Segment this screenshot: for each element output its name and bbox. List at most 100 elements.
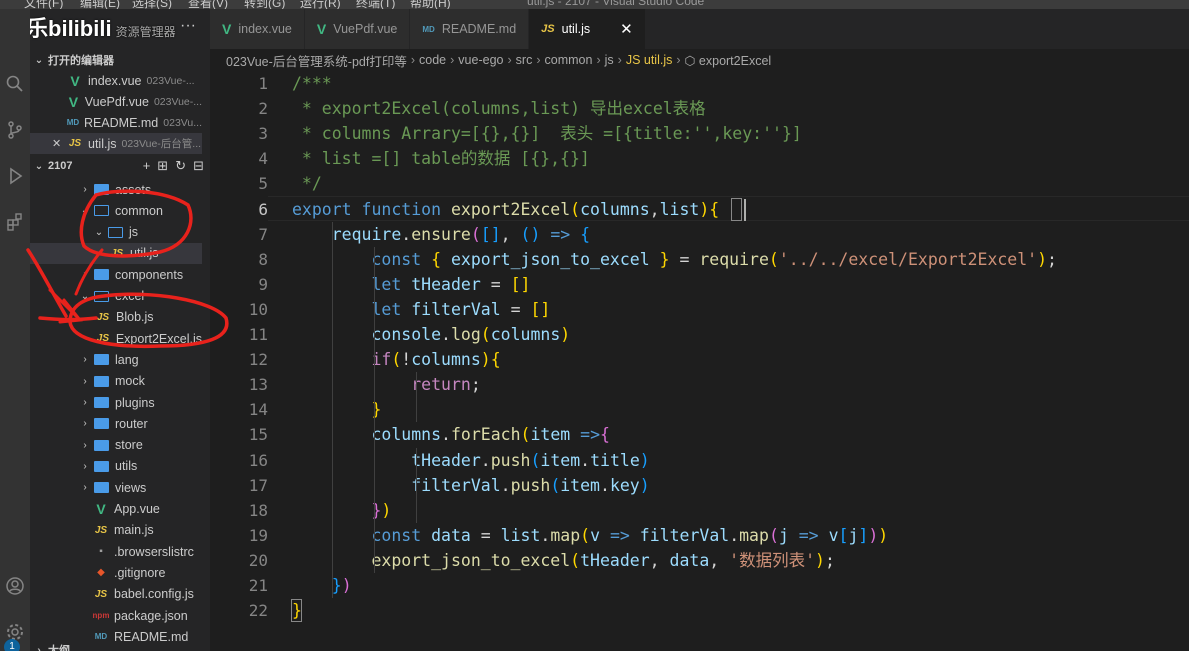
menu-selection[interactable]: 选择(S) [132, 0, 172, 9]
account-icon[interactable] [0, 571, 30, 601]
menu-view[interactable]: 查看(V) [188, 0, 228, 9]
code-line[interactable]: let filterVal = [] [292, 297, 550, 322]
code-line[interactable]: }) [292, 573, 352, 598]
tree-item-assets[interactable]: › assets [30, 179, 202, 200]
code-token: ) [815, 550, 825, 570]
code-line[interactable]: columns.forEach(item =>{ [292, 422, 609, 447]
tree-item-excel[interactable]: ⌄ excel [30, 286, 202, 307]
tree-item-views[interactable]: › views [30, 477, 202, 498]
tree-item-babel-config-js[interactable]: JS babel.config.js [30, 584, 202, 605]
tree-item-mock[interactable]: › mock [30, 371, 202, 392]
tree-item-main-js[interactable]: JS main.js [30, 520, 202, 541]
code-line[interactable]: * list =[] table的数据 [{},{}] [292, 146, 590, 171]
menu-go[interactable]: 转到(G) [244, 0, 285, 9]
tree-item--gitignore[interactable]: ◆ .gitignore [30, 562, 202, 583]
menu-edit[interactable]: 编辑(E) [80, 0, 120, 9]
tree-item-js[interactable]: ⌄ js [30, 222, 202, 243]
tree-item-store[interactable]: › store [30, 435, 202, 456]
close-tab-icon[interactable]: ✕ [620, 20, 633, 38]
code-line[interactable]: export function export2Excel(columns,lis… [292, 197, 719, 222]
tree-item-label: babel.config.js [114, 587, 194, 602]
code-editor[interactable]: 1 2 3 4 5 6 7 8 9 10 11 12 13 14 15 16 17 18 19 20 21 22 /***… [210, 71, 1189, 651]
code-line[interactable]: if(!columns){ [292, 347, 500, 372]
workspace-header[interactable]: ⌄ 2107 + ⊞ ↻ ⊟ [30, 155, 210, 177]
breadcrumb-item[interactable]: common [545, 53, 593, 67]
code-token: ) [560, 325, 571, 344]
line-number: 21 [248, 576, 268, 595]
code-line[interactable]: }) [292, 498, 391, 523]
code-line[interactable]: tHeader.push(item.title) [292, 448, 650, 473]
js-file-icon: JS [94, 524, 108, 536]
tree-item-package-json[interactable]: npm package.json [30, 605, 202, 626]
code-line[interactable]: /*** [292, 71, 332, 96]
tree-item-utils[interactable]: › utils [30, 456, 202, 477]
code-token: () [520, 224, 541, 244]
menu-terminal[interactable]: 终端(T) [356, 0, 395, 9]
code-line[interactable]: const data = list.map(v => filterVal.map… [292, 523, 888, 548]
collapse-all-icon[interactable]: ⊟ [193, 158, 204, 174]
open-editor-item[interactable]: MD README.md 023Vu... [30, 112, 202, 133]
tree-item-blob-js[interactable]: JS Blob.js [30, 307, 202, 328]
breadcrumb-item[interactable]: js [605, 53, 614, 67]
more-actions-icon[interactable]: ··· [180, 17, 196, 35]
code-token: const [371, 249, 432, 269]
breadcrumb-item[interactable]: vue-ego [458, 53, 503, 67]
tree-item-app-vue[interactable]: V App.vue [30, 499, 202, 520]
new-file-icon[interactable]: + [143, 158, 151, 174]
outline-header[interactable]: › 大纲 [30, 639, 210, 651]
refresh-icon[interactable]: ↻ [175, 158, 186, 174]
code-line[interactable]: let tHeader = [] [292, 272, 530, 297]
open-editors-header[interactable]: ⌄ 打开的编辑器 [30, 49, 210, 71]
breadcrumb-item[interactable]: ⬡ export2Excel [685, 53, 772, 68]
search-icon[interactable] [0, 69, 30, 99]
breadcrumb-item[interactable]: 023Vue-后台管理系统-pdf打印等 [226, 51, 407, 70]
breadcrumb-item[interactable]: src [516, 53, 533, 67]
tree-item-util-js[interactable]: JS util.js [30, 242, 202, 264]
tree-item-label: lang [115, 352, 139, 367]
source-control-icon[interactable] [0, 115, 30, 145]
code-line[interactable]: const { export_json_to_excel } = require… [292, 247, 1057, 272]
run-debug-icon[interactable] [0, 161, 30, 191]
code-line[interactable]: console.log(columns) [292, 322, 570, 347]
breadcrumb-item[interactable]: JS util.js [626, 53, 673, 67]
tree-item-lang[interactable]: › lang [30, 349, 202, 370]
breadcrumb-separator-icon: › [536, 53, 541, 67]
code-line[interactable]: * columns Arrary=[{},{}] 表头 =[{title:'',… [292, 121, 802, 146]
code-line[interactable]: */ [292, 171, 322, 196]
breadcrumb-item[interactable]: code [419, 53, 446, 67]
new-folder-icon[interactable]: ⊞ [157, 158, 168, 174]
tree-item-plugins[interactable]: › plugins [30, 392, 202, 413]
code-token: ) [699, 199, 710, 219]
open-editor-item-active[interactable]: ✕ JS util.js 023Vue-后台管... [30, 133, 202, 154]
line-number: 16 [248, 450, 268, 470]
tab-index-vue[interactable]: V index.vue [210, 9, 305, 49]
tab-readme-md[interactable]: MD README.md [410, 9, 530, 49]
tree-item-common[interactable]: ⌄ common [30, 200, 202, 221]
code-token: { [580, 224, 591, 244]
code-line[interactable]: * export2Excel(columns,list) 导出excel表格 [292, 96, 706, 121]
tree-item-components[interactable]: › components [30, 264, 202, 285]
tab-vuepdf-vue[interactable]: V VuePdf.vue [304, 9, 411, 49]
line-number: 14 [248, 400, 268, 420]
code-token: * export2Excel(columns,list) 导出excel表格 [292, 99, 706, 119]
tree-item-export2excel-js[interactable]: JS Export2Excel.js [30, 328, 202, 349]
code-line[interactable]: filterVal.push(item.key) [292, 473, 649, 498]
code-line[interactable]: require.ensure([], () => { [292, 222, 590, 247]
code-line[interactable]: } [292, 397, 381, 422]
tree-item-router[interactable]: › router [30, 413, 202, 434]
open-editor-item[interactable]: V VuePdf.vue 023Vue-... [30, 91, 202, 112]
extensions-icon[interactable] [0, 207, 30, 237]
close-icon[interactable]: ✕ [52, 137, 64, 150]
menu-run[interactable]: 运行(R) [300, 0, 341, 9]
open-editor-item[interactable]: V index.vue 023Vue-... [30, 70, 202, 91]
breadcrumb-separator-icon: › [410, 53, 416, 67]
code-token: ) [639, 450, 650, 470]
tab-util-js[interactable]: JS util.js ✕ [529, 9, 646, 49]
outline-title: 大纲 [48, 645, 70, 651]
tree-item--browserslistrc[interactable]: ▪ .browserslistrc [30, 541, 202, 562]
menu-file[interactable]: 文件(F) [24, 0, 63, 9]
code-line[interactable]: return; [292, 372, 481, 397]
tree-item-label: .browserslistrc [114, 544, 194, 559]
menu-help[interactable]: 帮助(H) [410, 0, 451, 9]
